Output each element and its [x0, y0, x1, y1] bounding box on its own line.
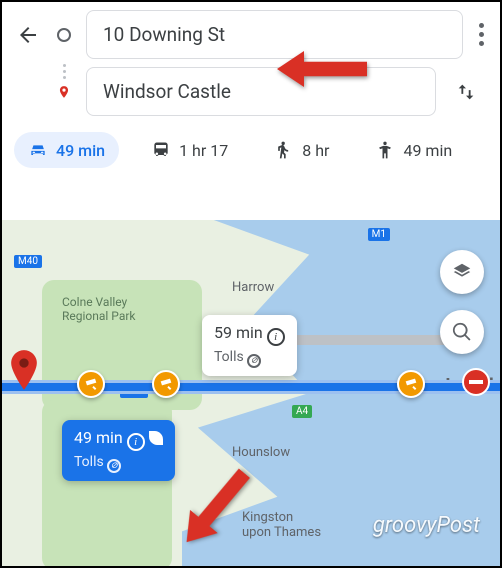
route-primary-time: 49 min — [74, 428, 123, 447]
speed-camera-icon[interactable] — [397, 370, 425, 398]
speed-camera-icon[interactable] — [152, 370, 180, 398]
mode-drive-label: 49 min — [56, 141, 105, 160]
mode-rideshare[interactable]: 49 min — [361, 132, 466, 168]
place-kingston: Kingston upon Thames — [242, 510, 321, 540]
swap-button[interactable] — [448, 74, 484, 110]
mode-rideshare-label: 49 min — [403, 141, 452, 160]
info-icon: i — [267, 328, 285, 346]
road-m1: M1 — [368, 228, 390, 241]
origin-icon — [57, 28, 71, 42]
eco-leaf-icon — [149, 431, 163, 445]
annotation-arrow — [277, 44, 367, 98]
more-options-button[interactable] — [475, 19, 488, 50]
place-harrow: Harrow — [232, 280, 274, 295]
toll-icon: ⊘ — [247, 354, 261, 368]
mode-transit-label: 1 hr 17 — [179, 141, 228, 160]
road-a4: A4 — [292, 405, 312, 418]
map-search-button[interactable] — [440, 310, 484, 354]
waypoint-icons-2 — [54, 82, 74, 101]
destination-marker[interactable] — [10, 350, 38, 394]
layers-button[interactable] — [440, 250, 484, 294]
route-primary-note: Tolls — [74, 454, 104, 470]
place-hounslow: Hounslow — [232, 445, 290, 460]
road-m40: M40 — [14, 255, 42, 268]
watermark: groovyPost — [373, 513, 480, 538]
route-primary-tooltip[interactable]: 49 min i Tolls ⊘ — [62, 420, 175, 481]
speed-camera-icon[interactable] — [77, 370, 105, 398]
route-alt-time: 59 min — [214, 323, 263, 342]
map-canvas[interactable]: Colne Valley Regional Park Harrow Hounsl… — [2, 220, 500, 566]
travel-modes: 49 min 1 hr 17 8 hr 49 min — [2, 124, 500, 180]
destination-field[interactable]: Windsor Castle — [86, 67, 436, 116]
toll-icon: ⊘ — [107, 459, 121, 473]
destination-pin-icon — [57, 83, 71, 101]
waypoint-icons — [54, 28, 74, 42]
route-alt-tooltip[interactable]: 59 min i Tolls ⊘ — [202, 315, 297, 376]
mode-walk[interactable]: 8 hr — [260, 132, 343, 168]
mode-transit[interactable]: 1 hr 17 — [137, 132, 242, 168]
back-button[interactable] — [14, 21, 42, 49]
origin-field[interactable]: 10 Downing St — [86, 10, 463, 59]
info-icon: i — [127, 433, 145, 451]
mode-walk-label: 8 hr — [302, 141, 329, 160]
park-label: Colne Valley Regional Park — [62, 295, 136, 323]
mode-drive[interactable]: 49 min — [14, 132, 119, 168]
route-alt-note: Tolls — [214, 349, 244, 365]
closure-icon[interactable] — [462, 368, 490, 396]
